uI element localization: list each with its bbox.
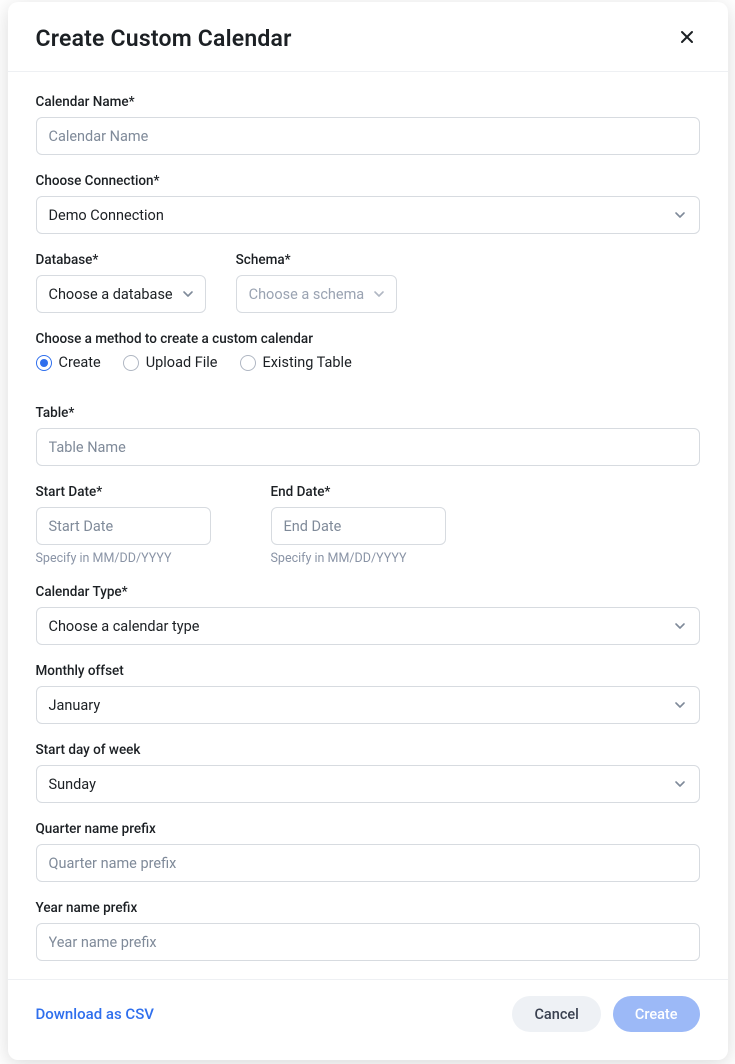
connection-select[interactable]: Demo Connection: [36, 196, 700, 234]
method-label: Choose a method to create a custom calen…: [36, 331, 700, 347]
calendar-type-select[interactable]: Choose a calendar type: [36, 607, 700, 645]
table-input[interactable]: [36, 428, 700, 466]
start-date-helper: Specify in MM/DD/YYYY: [36, 551, 241, 566]
chevron-down-icon: [673, 208, 687, 222]
database-select[interactable]: Choose a database: [36, 275, 206, 313]
radio-icon: [240, 355, 256, 371]
chevron-down-icon: [372, 287, 386, 301]
calendar-name-input[interactable]: [36, 117, 700, 155]
schema-select[interactable]: Choose a schema: [236, 275, 398, 313]
connection-value: Demo Connection: [49, 207, 164, 224]
radio-upload[interactable]: Upload File: [123, 354, 218, 371]
cancel-button[interactable]: Cancel: [512, 996, 600, 1032]
quarter-prefix-label: Quarter name prefix: [36, 821, 700, 837]
year-prefix-label: Year name prefix: [36, 900, 700, 916]
close-button[interactable]: [674, 24, 700, 53]
create-button[interactable]: Create: [613, 996, 700, 1032]
calendar-type-placeholder: Choose a calendar type: [49, 618, 200, 635]
start-day-label: Start day of week: [36, 742, 700, 758]
radio-create[interactable]: Create: [36, 354, 101, 371]
chevron-down-icon: [673, 619, 687, 633]
quarter-prefix-input[interactable]: [36, 844, 700, 882]
modal-body: Calendar Name* Choose Connection* Demo C…: [8, 72, 728, 979]
start-date-label: Start Date*: [36, 484, 241, 500]
start-date-input[interactable]: [36, 507, 211, 545]
radio-icon: [123, 355, 139, 371]
chevron-down-icon: [673, 698, 687, 712]
radio-icon: [36, 355, 52, 371]
table-label: Table*: [36, 405, 700, 421]
modal-footer: Download as CSV Cancel Create: [8, 979, 728, 1060]
start-day-select[interactable]: Sunday: [36, 765, 700, 803]
end-date-helper: Specify in MM/DD/YYYY: [271, 551, 476, 566]
create-calendar-modal: Create Custom Calendar Calendar Name* Ch…: [8, 2, 728, 1060]
modal-title: Create Custom Calendar: [36, 25, 292, 52]
radio-existing[interactable]: Existing Table: [240, 354, 352, 371]
radio-create-label: Create: [59, 354, 101, 371]
schema-placeholder: Choose a schema: [249, 286, 365, 303]
radio-upload-label: Upload File: [146, 354, 218, 371]
monthly-offset-value: January: [49, 697, 101, 714]
calendar-name-label: Calendar Name*: [36, 94, 700, 110]
radio-existing-label: Existing Table: [263, 354, 352, 371]
modal-header: Create Custom Calendar: [8, 2, 728, 72]
connection-label: Choose Connection*: [36, 173, 700, 189]
database-placeholder: Choose a database: [49, 286, 173, 303]
database-label: Database*: [36, 252, 206, 268]
close-icon: [678, 28, 696, 49]
year-prefix-input[interactable]: [36, 923, 700, 961]
monthly-offset-select[interactable]: January: [36, 686, 700, 724]
download-csv-link[interactable]: Download as CSV: [36, 1005, 154, 1023]
start-day-value: Sunday: [49, 776, 96, 793]
end-date-label: End Date*: [271, 484, 476, 500]
chevron-down-icon: [181, 287, 195, 301]
method-radio-group: Create Upload File Existing Table: [36, 354, 700, 371]
monthly-offset-label: Monthly offset: [36, 663, 700, 679]
chevron-down-icon: [673, 777, 687, 791]
calendar-type-label: Calendar Type*: [36, 584, 700, 600]
schema-label: Schema*: [236, 252, 398, 268]
end-date-input[interactable]: [271, 507, 446, 545]
